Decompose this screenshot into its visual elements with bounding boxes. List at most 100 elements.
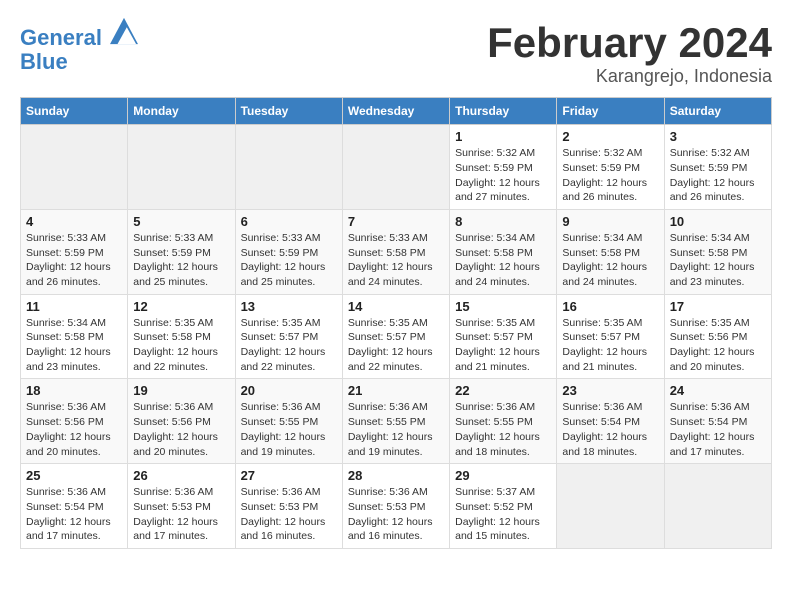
calendar-cell: 20 Sunrise: 5:36 AM Sunset: 5:55 PM Dayli… <box>235 379 342 464</box>
day-number: 10 <box>670 214 766 229</box>
calendar-cell: 18Sunrise: 5:36 AM Sunset: 5:56 PM Dayli… <box>21 379 128 464</box>
day-number: 7 <box>348 214 444 229</box>
calendar-cell: 22 Sunrise: 5:36 AM Sunset: 5:55 PM Dayli… <box>450 379 557 464</box>
calendar-cell: 13 Sunrise: 5:35 AM Sunset: 5:57 PM Dayli… <box>235 294 342 379</box>
day-number: 9 <box>562 214 658 229</box>
calendar-cell: 7Sunrise: 5:33 AM Sunset: 5:58 PM Daylig… <box>342 209 449 294</box>
day-info: Sunrise: 5:32 AM Sunset: 5:59 PM Dayligh… <box>670 146 766 205</box>
day-info: Sunrise: 5:36 AM Sunset: 5:55 PM Dayligh… <box>455 400 551 459</box>
day-number: 28 <box>348 468 444 483</box>
calendar-cell: 1 Sunrise: 5:32 AM Sunset: 5:59 PM Daylig… <box>450 125 557 210</box>
day-number: 15 <box>455 299 551 314</box>
day-info: Sunrise: 5:36 AM Sunset: 5:54 PM Dayligh… <box>562 400 658 459</box>
calendar-cell: 12 Sunrise: 5:35 AM Sunset: 5:58 PM Dayli… <box>128 294 235 379</box>
day-info: Sunrise: 5:36 AM Sunset: 5:55 PM Dayligh… <box>241 400 337 459</box>
day-info: Sunrise: 5:35 AM Sunset: 5:56 PM Dayligh… <box>670 316 766 375</box>
day-info: Sunrise: 5:33 AM Sunset: 5:59 PM Dayligh… <box>133 231 229 290</box>
day-info: Sunrise: 5:35 AM Sunset: 5:57 PM Dayligh… <box>562 316 658 375</box>
logo-icon <box>110 17 138 45</box>
day-number: 18 <box>26 383 122 398</box>
calendar-cell: 10 Sunrise: 5:34 AM Sunset: 5:58 PM Dayli… <box>664 209 771 294</box>
logo-general: General <box>20 25 102 50</box>
day-header-wednesday: Wednesday <box>342 98 449 125</box>
week-row-3: 11 Sunrise: 5:34 AM Sunset: 5:58 PM Dayli… <box>21 294 772 379</box>
day-header-thursday: Thursday <box>450 98 557 125</box>
day-number: 1 <box>455 129 551 144</box>
day-number: 13 <box>241 299 337 314</box>
logo-blue: Blue <box>20 50 138 74</box>
day-info: Sunrise: 5:34 AM Sunset: 5:58 PM Dayligh… <box>670 231 766 290</box>
day-number: 27 <box>241 468 337 483</box>
calendar-cell <box>557 464 664 549</box>
calendar-cell: 27 Sunrise: 5:36 AM Sunset: 5:53 PM Dayli… <box>235 464 342 549</box>
day-number: 12 <box>133 299 229 314</box>
calendar-cell: 29Sunrise: 5:37 AM Sunset: 5:52 PM Dayli… <box>450 464 557 549</box>
calendar-cell: 23Sunrise: 5:36 AM Sunset: 5:54 PM Dayli… <box>557 379 664 464</box>
calendar-cell: 16 Sunrise: 5:35 AM Sunset: 5:57 PM Dayli… <box>557 294 664 379</box>
day-number: 26 <box>133 468 229 483</box>
calendar-cell <box>664 464 771 549</box>
calendar-cell: 24 Sunrise: 5:36 AM Sunset: 5:54 PM Dayli… <box>664 379 771 464</box>
day-number: 11 <box>26 299 122 314</box>
day-info: Sunrise: 5:35 AM Sunset: 5:57 PM Dayligh… <box>241 316 337 375</box>
calendar-cell <box>21 125 128 210</box>
day-number: 29 <box>455 468 551 483</box>
day-number: 20 <box>241 383 337 398</box>
page-header: General Blue February 2024 Karangrejo, I… <box>20 20 772 87</box>
day-number: 17 <box>670 299 766 314</box>
day-info: Sunrise: 5:35 AM Sunset: 5:57 PM Dayligh… <box>455 316 551 375</box>
calendar-cell: 28 Sunrise: 5:36 AM Sunset: 5:53 PM Dayli… <box>342 464 449 549</box>
day-info: Sunrise: 5:36 AM Sunset: 5:54 PM Dayligh… <box>26 485 122 544</box>
day-header-sunday: Sunday <box>21 98 128 125</box>
calendar-cell: 8 Sunrise: 5:34 AM Sunset: 5:58 PM Daylig… <box>450 209 557 294</box>
week-row-2: 4 Sunrise: 5:33 AM Sunset: 5:59 PM Daylig… <box>21 209 772 294</box>
day-info: Sunrise: 5:35 AM Sunset: 5:57 PM Dayligh… <box>348 316 444 375</box>
day-info: Sunrise: 5:35 AM Sunset: 5:58 PM Dayligh… <box>133 316 229 375</box>
calendar-cell: 21 Sunrise: 5:36 AM Sunset: 5:55 PM Dayli… <box>342 379 449 464</box>
logo: General Blue <box>20 25 138 74</box>
day-info: Sunrise: 5:36 AM Sunset: 5:53 PM Dayligh… <box>241 485 337 544</box>
day-info: Sunrise: 5:32 AM Sunset: 5:59 PM Dayligh… <box>455 146 551 205</box>
day-number: 4 <box>26 214 122 229</box>
day-info: Sunrise: 5:34 AM Sunset: 5:58 PM Dayligh… <box>26 316 122 375</box>
calendar-header-row: SundayMondayTuesdayWednesdayThursdayFrid… <box>21 98 772 125</box>
week-row-5: 25Sunrise: 5:36 AM Sunset: 5:54 PM Dayli… <box>21 464 772 549</box>
day-info: Sunrise: 5:33 AM Sunset: 5:59 PM Dayligh… <box>26 231 122 290</box>
logo-text: General <box>20 25 138 50</box>
day-info: Sunrise: 5:32 AM Sunset: 5:59 PM Dayligh… <box>562 146 658 205</box>
calendar-cell: 2 Sunrise: 5:32 AM Sunset: 5:59 PM Daylig… <box>557 125 664 210</box>
day-info: Sunrise: 5:34 AM Sunset: 5:58 PM Dayligh… <box>455 231 551 290</box>
calendar-cell: 19Sunrise: 5:36 AM Sunset: 5:56 PM Dayli… <box>128 379 235 464</box>
day-info: Sunrise: 5:36 AM Sunset: 5:55 PM Dayligh… <box>348 400 444 459</box>
calendar-cell: 14Sunrise: 5:35 AM Sunset: 5:57 PM Dayli… <box>342 294 449 379</box>
day-info: Sunrise: 5:36 AM Sunset: 5:53 PM Dayligh… <box>133 485 229 544</box>
location-subtitle: Karangrejo, Indonesia <box>487 66 772 87</box>
calendar-cell: 26 Sunrise: 5:36 AM Sunset: 5:53 PM Dayli… <box>128 464 235 549</box>
title-block: February 2024 Karangrejo, Indonesia <box>487 20 772 87</box>
calendar-cell: 5Sunrise: 5:33 AM Sunset: 5:59 PM Daylig… <box>128 209 235 294</box>
calendar-cell: 3 Sunrise: 5:32 AM Sunset: 5:59 PM Daylig… <box>664 125 771 210</box>
day-number: 16 <box>562 299 658 314</box>
day-header-friday: Friday <box>557 98 664 125</box>
day-info: Sunrise: 5:34 AM Sunset: 5:58 PM Dayligh… <box>562 231 658 290</box>
day-header-saturday: Saturday <box>664 98 771 125</box>
day-number: 21 <box>348 383 444 398</box>
calendar-cell: 6Sunrise: 5:33 AM Sunset: 5:59 PM Daylig… <box>235 209 342 294</box>
day-info: Sunrise: 5:36 AM Sunset: 5:53 PM Dayligh… <box>348 485 444 544</box>
day-number: 22 <box>455 383 551 398</box>
calendar-cell: 25Sunrise: 5:36 AM Sunset: 5:54 PM Dayli… <box>21 464 128 549</box>
calendar-cell: 9 Sunrise: 5:34 AM Sunset: 5:58 PM Daylig… <box>557 209 664 294</box>
day-number: 24 <box>670 383 766 398</box>
calendar-cell: 17 Sunrise: 5:35 AM Sunset: 5:56 PM Dayli… <box>664 294 771 379</box>
day-info: Sunrise: 5:36 AM Sunset: 5:54 PM Dayligh… <box>670 400 766 459</box>
month-title: February 2024 <box>487 20 772 66</box>
day-number: 19 <box>133 383 229 398</box>
day-number: 8 <box>455 214 551 229</box>
calendar-cell: 4 Sunrise: 5:33 AM Sunset: 5:59 PM Daylig… <box>21 209 128 294</box>
day-number: 3 <box>670 129 766 144</box>
day-number: 2 <box>562 129 658 144</box>
calendar-cell <box>235 125 342 210</box>
day-info: Sunrise: 5:33 AM Sunset: 5:59 PM Dayligh… <box>241 231 337 290</box>
calendar-table: SundayMondayTuesdayWednesdayThursdayFrid… <box>20 97 772 549</box>
calendar-cell: 15 Sunrise: 5:35 AM Sunset: 5:57 PM Dayli… <box>450 294 557 379</box>
